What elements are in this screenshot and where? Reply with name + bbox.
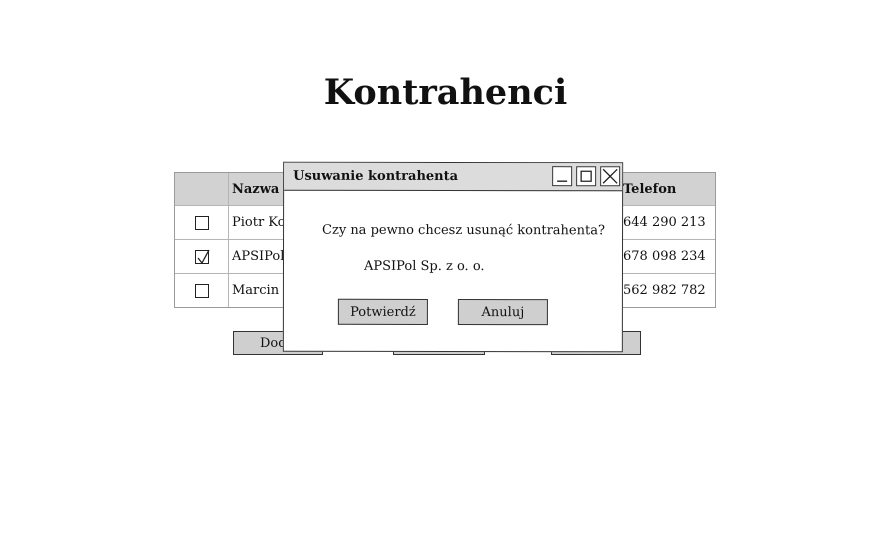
row-phone: 562 982 782	[623, 283, 706, 298]
dialog-titlebar[interactable]: Usuwanie kontrahenta	[284, 162, 623, 192]
page-title: Kontrahenci	[323, 72, 568, 113]
header-check-cell	[175, 173, 229, 205]
checkmark-icon	[196, 249, 210, 264]
dialog-title: Usuwanie kontrahenta	[293, 168, 459, 185]
cancel-button[interactable]: Anuluj	[457, 299, 548, 326]
delete-contractor-dialog: Usuwanie kontrahenta Czy na pewno chcesz…	[282, 161, 624, 353]
close-icon	[602, 168, 618, 184]
row-phone: 678 098 234	[623, 249, 706, 264]
row-phone: 644 290 213	[623, 215, 706, 230]
maximize-icon	[580, 170, 592, 182]
close-button[interactable]	[600, 166, 621, 187]
row-checkbox[interactable]	[194, 283, 209, 298]
confirm-button[interactable]: Potwierdź	[337, 298, 428, 325]
header-phone: Telefon	[623, 181, 677, 197]
minimize-icon	[557, 180, 568, 182]
dialog-contractor-name: APSIPol Sp. z o. o.	[363, 258, 485, 275]
maximize-button[interactable]	[576, 166, 597, 187]
dialog-message: Czy na pewno chcesz usunąć kontrahenta?	[322, 222, 605, 239]
minimize-button[interactable]	[552, 166, 573, 187]
row-checkbox[interactable]	[194, 215, 209, 230]
row-checkbox-checked[interactable]	[194, 249, 210, 264]
